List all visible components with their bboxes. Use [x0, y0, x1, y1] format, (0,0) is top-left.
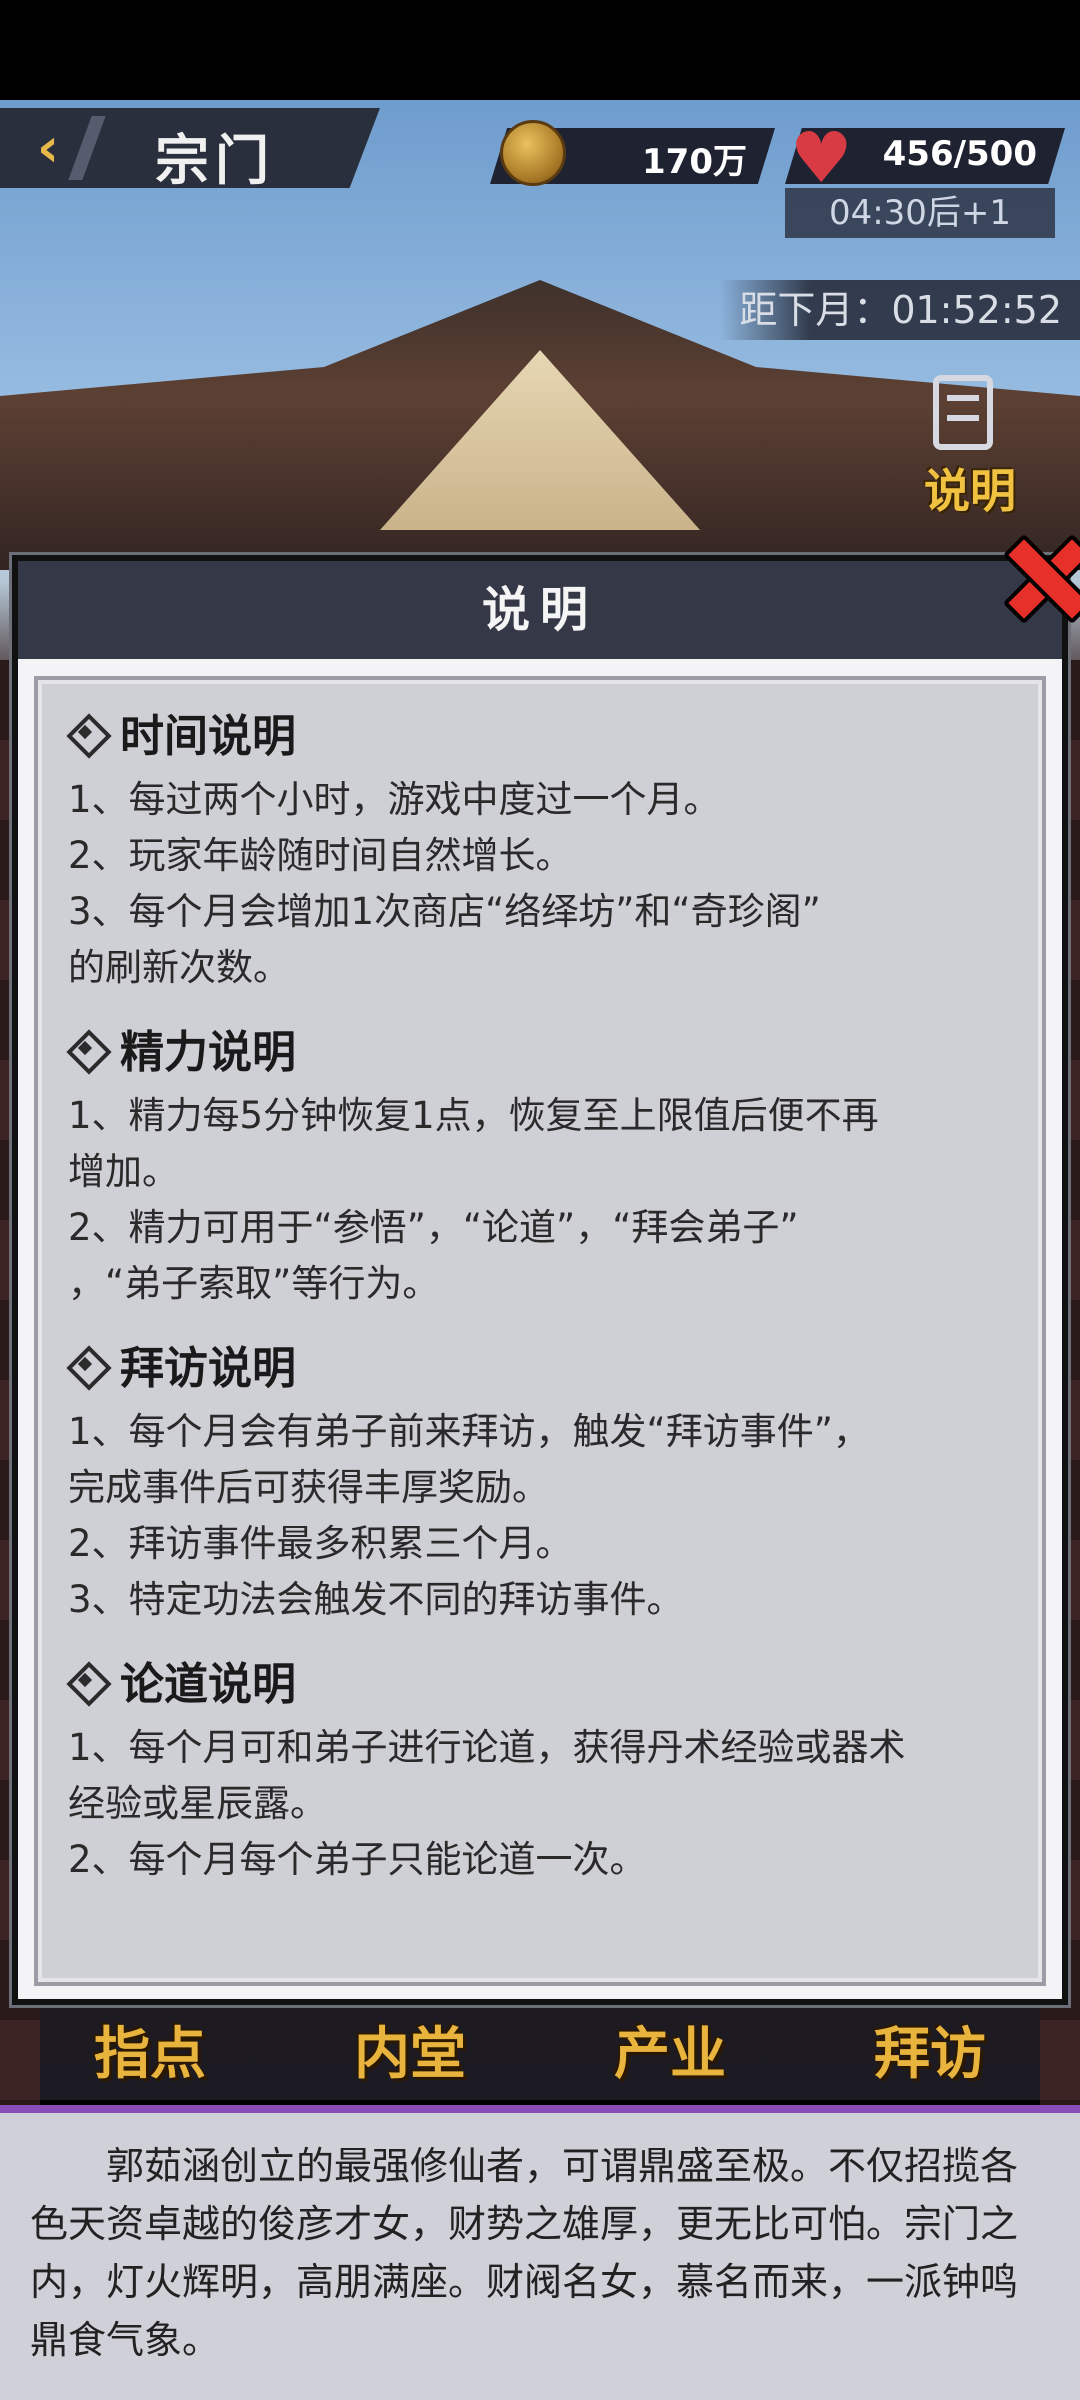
currency-value: 170万: [642, 142, 747, 182]
section-title: 精力说明: [120, 1027, 296, 1078]
help-dialog: 说明 时间说明 1、每过两个小时，游戏中度过一个月。 2、玩家年龄随时间自然增长…: [12, 555, 1068, 2005]
section-line: 完成事件后可获得丰厚奖励。: [68, 1466, 549, 1509]
section-title: 拜访说明: [120, 1343, 296, 1394]
month-countdown: 距下月：01:52:52: [720, 280, 1080, 340]
close-button[interactable]: [995, 528, 1080, 618]
back-arrow-icon: ‹: [36, 116, 60, 179]
section-line: 2、精力可用于“参悟”，“论道”，“拜会弟子”: [68, 1206, 799, 1249]
section-visit: 拜访说明 1、每个月会有弟子前来拜访，触发“拜访事件”， 完成事件后可获得丰厚奖…: [68, 1334, 1012, 1628]
document-icon: [933, 375, 993, 450]
sect-description: 郭茹涵创立的最强修仙者，可谓鼎盛至极。不仅招揽各色天资卓越的俊彦才女，财势之雄厚…: [0, 2113, 1080, 2400]
diamond-icon: [68, 715, 102, 749]
help-button[interactable]: 说明: [905, 375, 1035, 520]
help-label: 说明: [924, 464, 1016, 518]
section-line: 1、精力每5分钟恢复1点，恢复至上限值后便不再: [68, 1094, 879, 1137]
section-title: 论道说明: [120, 1659, 296, 1710]
diamond-icon: [68, 1347, 102, 1381]
dialog-body[interactable]: 时间说明 1、每过两个小时，游戏中度过一个月。 2、玩家年龄随时间自然增长。 3…: [34, 676, 1046, 1986]
section-line: 经验或星辰露。: [68, 1782, 327, 1825]
back-button[interactable]: ‹: [18, 120, 78, 176]
stamina-value: 456/500: [882, 134, 1037, 174]
bottom-tabs: 指点 内堂 产业 拜访: [0, 2010, 1080, 2110]
section-line: ，“弟子索取”等行为。: [68, 1262, 440, 1305]
tab-inner-hall[interactable]: 内堂: [310, 2010, 510, 2100]
section-line: 3、特定功法会触发不同的拜访事件。: [68, 1578, 684, 1621]
diamond-icon: [68, 1663, 102, 1697]
section-line: 1、每过两个小时，游戏中度过一个月。: [68, 778, 721, 821]
section-line: 1、每个月会有弟子前来拜访，触发“拜访事件”，: [68, 1410, 870, 1453]
diamond-icon: [68, 1031, 102, 1065]
dialog-header: 说明: [18, 561, 1062, 659]
section-title: 时间说明: [120, 711, 296, 762]
page-title: 宗门: [155, 129, 275, 192]
section-line: 2、玩家年龄随时间自然增长。: [68, 834, 573, 877]
divider: [0, 2105, 1080, 2113]
section-line: 3、每个月会增加1次商店“络绎坊”和“奇珍阁”: [68, 890, 821, 933]
section-line: 增加。: [68, 1150, 179, 1193]
section-line: 2、每个月每个弟子只能论道一次。: [68, 1838, 647, 1881]
section-stamina: 精力说明 1、精力每5分钟恢复1点，恢复至上限值后便不再 增加。 2、精力可用于…: [68, 1018, 1012, 1312]
dialog-title: 说明: [481, 582, 598, 638]
heart-icon: ♥: [790, 117, 853, 199]
tab-visit[interactable]: 拜访: [830, 2010, 1030, 2100]
coin-icon: [500, 120, 566, 186]
section-line: 2、拜访事件最多积累三个月。: [68, 1522, 573, 1565]
tab-guidance[interactable]: 指点: [50, 2010, 250, 2100]
section-line: 的刷新次数。: [68, 946, 290, 989]
section-discourse: 论道说明 1、每个月可和弟子进行论道，获得丹术经验或器术 经验或星辰露。 2、每…: [68, 1650, 1012, 1888]
section-line: 1、每个月可和弟子进行论道，获得丹术经验或器术: [68, 1726, 906, 1769]
tab-industry[interactable]: 产业: [570, 2010, 770, 2100]
section-time: 时间说明 1、每过两个小时，游戏中度过一个月。 2、玩家年龄随时间自然增长。 3…: [68, 702, 1012, 996]
top-bar: ‹ 宗门 170万 456/500 ♥ 04:30后+1: [0, 108, 1080, 238]
stamina-timer: 04:30后+1: [785, 188, 1055, 238]
